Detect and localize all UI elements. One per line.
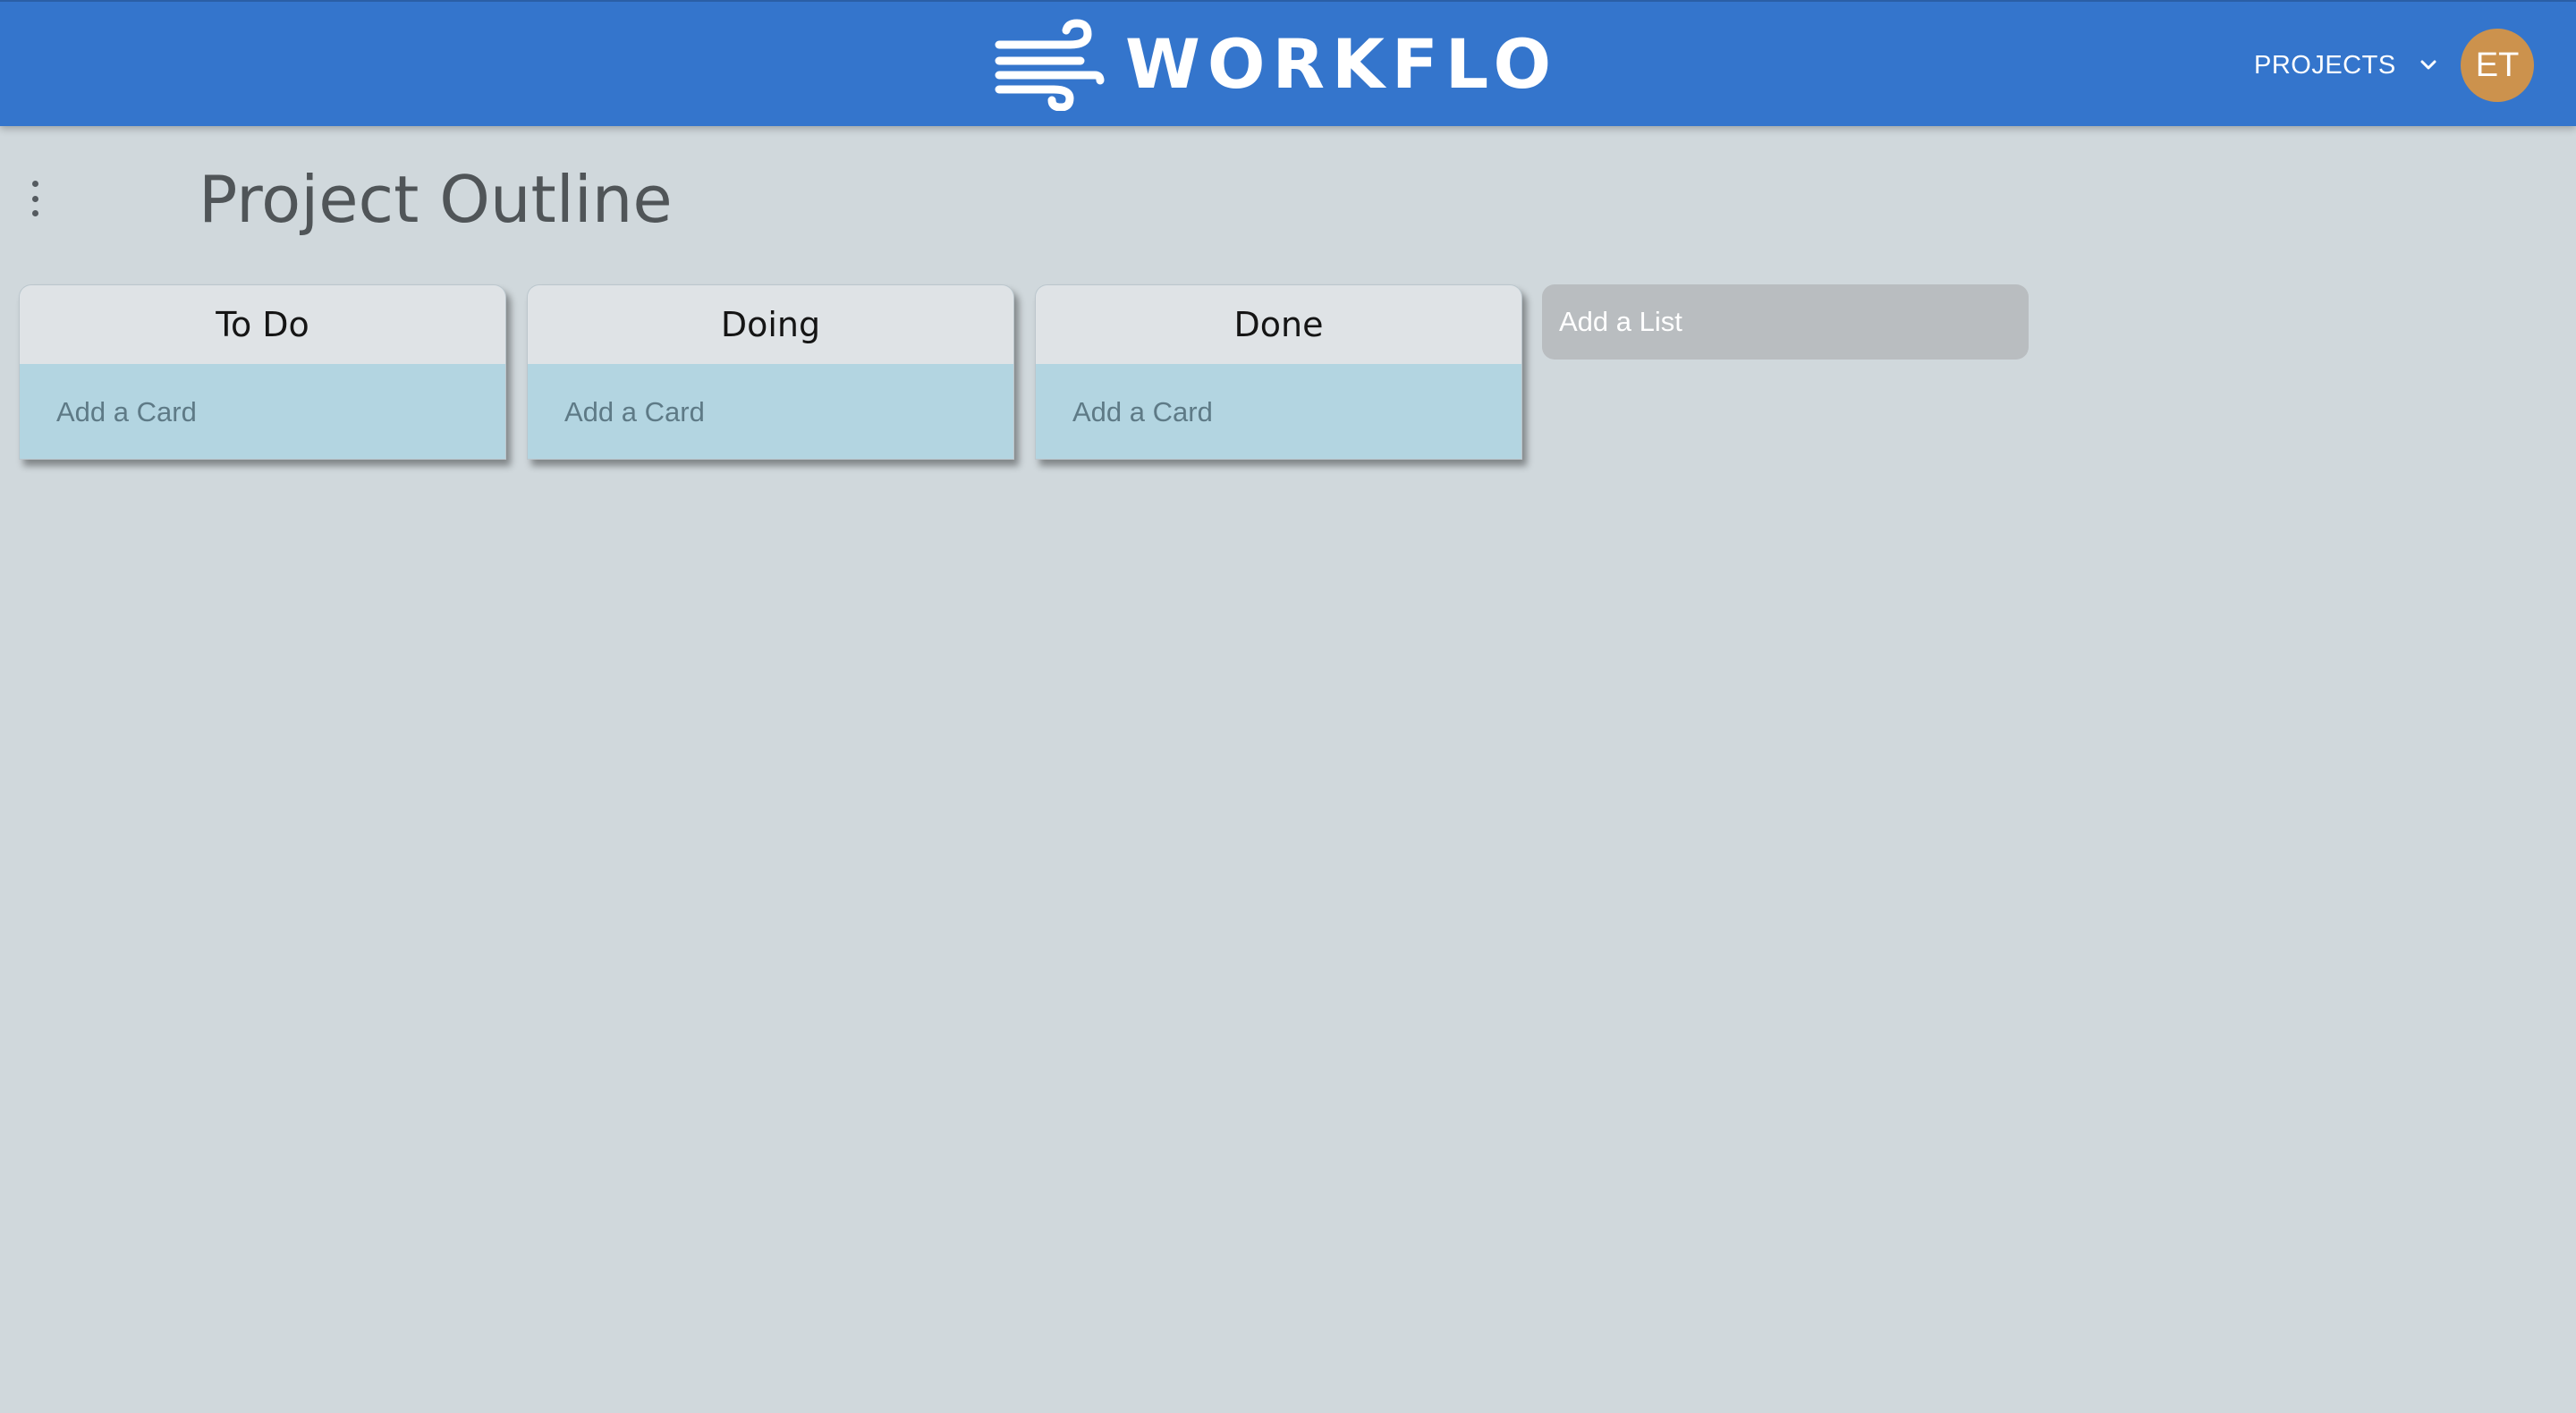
- add-card-button[interactable]: Add a Card: [1036, 364, 1521, 459]
- app-name: WORKFLO: [1125, 24, 1559, 104]
- app-logo[interactable]: WORKFLO: [995, 18, 1558, 111]
- add-list-button[interactable]: Add a List: [1542, 284, 2029, 360]
- projects-label: PROJECTS: [2254, 50, 2396, 80]
- projects-dropdown[interactable]: PROJECTS: [2254, 43, 2439, 88]
- kebab-dot: [31, 195, 38, 202]
- list-done: Done Add a Card: [1035, 284, 1522, 460]
- list-title[interactable]: Doing: [528, 285, 1013, 364]
- add-card-button[interactable]: Add a Card: [528, 364, 1013, 459]
- board-title: Project Outline: [199, 162, 673, 237]
- list-doing: Doing Add a Card: [527, 284, 1014, 460]
- wind-icon: [995, 19, 1105, 111]
- chevron-down-icon: [2420, 60, 2436, 70]
- list-to-do: To Do Add a Card: [19, 284, 506, 460]
- add-card-button[interactable]: Add a Card: [20, 364, 505, 459]
- top-navigation-bar: WORKFLO PROJECTS ET: [0, 0, 2576, 126]
- list-title[interactable]: Done: [1036, 285, 1521, 364]
- more-vertical-icon[interactable]: [25, 181, 45, 216]
- kebab-dot: [31, 210, 38, 216]
- user-avatar[interactable]: ET: [2461, 29, 2534, 102]
- kebab-dot: [31, 181, 38, 187]
- list-title[interactable]: To Do: [20, 285, 505, 364]
